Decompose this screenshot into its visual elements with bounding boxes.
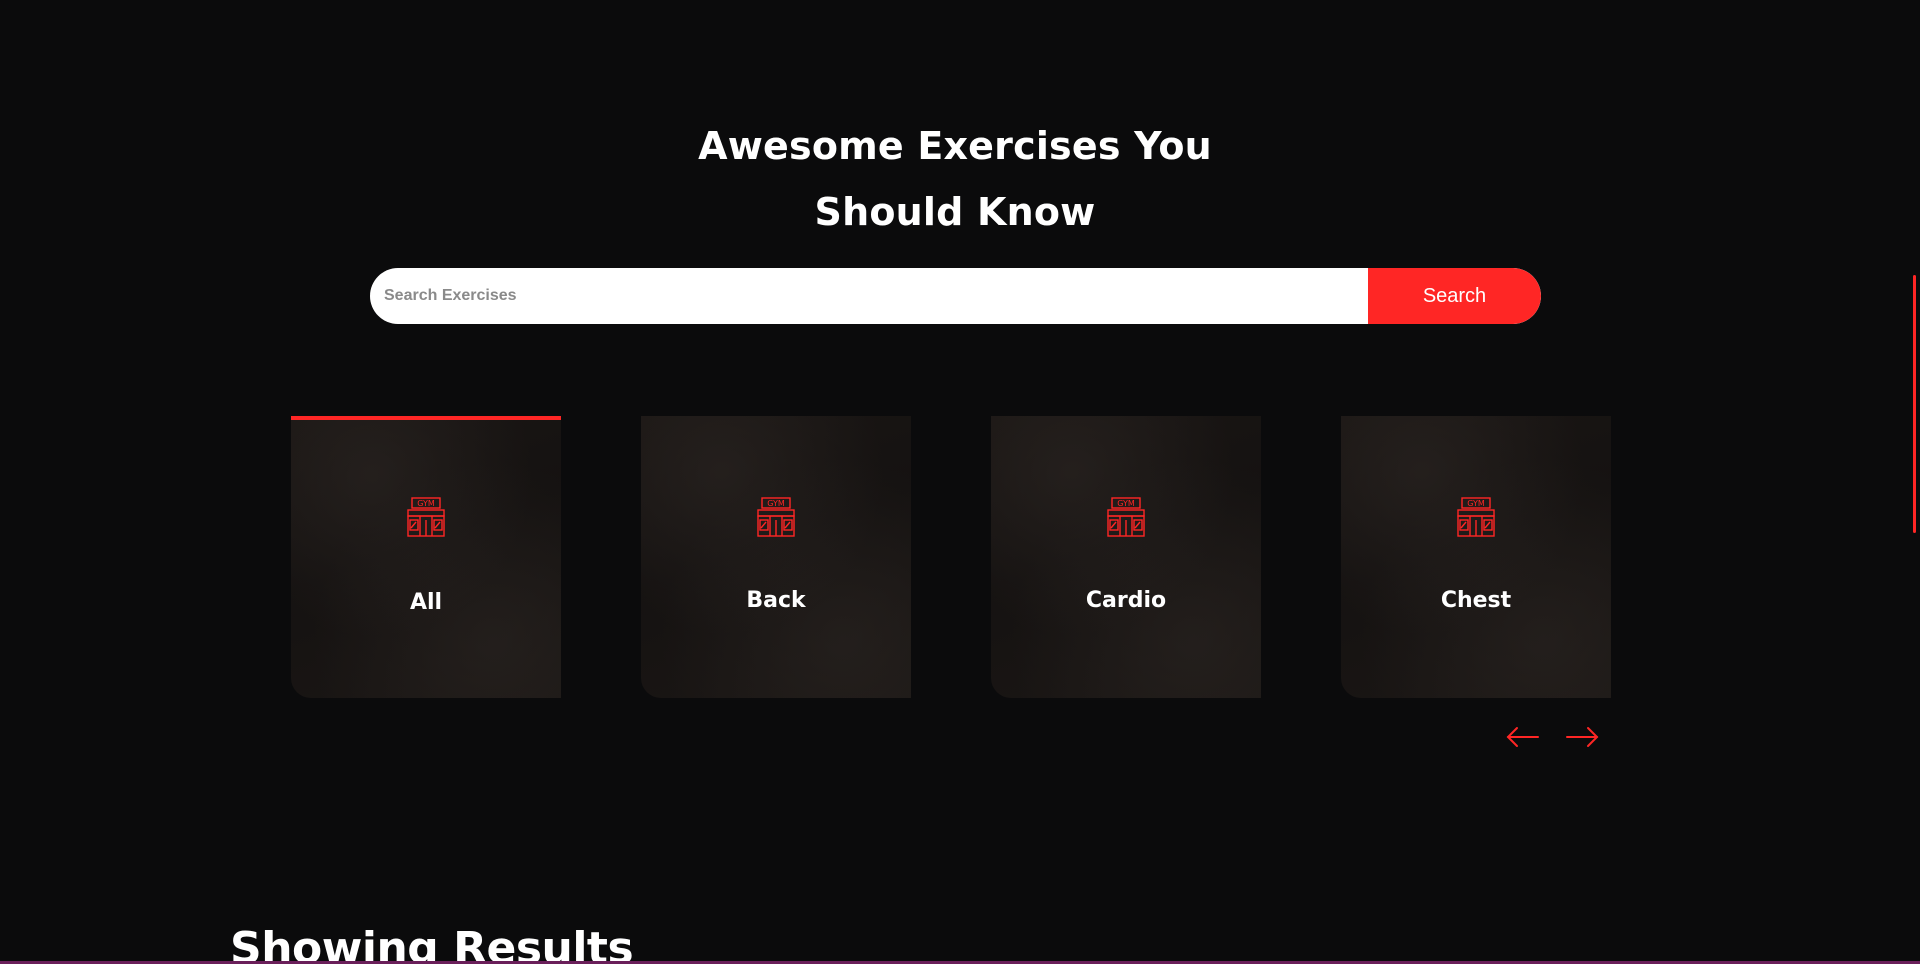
gym-icon: GYM [757, 497, 795, 537]
category-card-chest[interactable]: GYM Chest [1341, 416, 1611, 698]
category-label: Chest [1440, 588, 1512, 613]
category-label: Cardio [1085, 588, 1167, 613]
category-label: All [409, 590, 443, 615]
category-label: Back [746, 588, 806, 613]
svg-text:GYM: GYM [417, 499, 435, 508]
page-title-line-1: Awesome Exercises You [698, 124, 1212, 169]
svg-text:GYM: GYM [767, 499, 785, 508]
svg-text:GYM: GYM [1467, 499, 1485, 508]
gym-icon: GYM [407, 497, 445, 537]
category-card-back[interactable]: GYM Back [641, 416, 911, 698]
scrollbar-thumb[interactable] [1913, 275, 1916, 533]
gym-icon: GYM [1457, 497, 1495, 537]
arrow-right-icon[interactable] [1565, 724, 1599, 750]
arrow-left-icon[interactable] [1506, 724, 1540, 750]
gym-icon: GYM [1107, 497, 1145, 537]
category-card-all[interactable]: GYM All [291, 416, 561, 698]
search-button[interactable]: Search [1368, 268, 1541, 324]
page-title: Awesome Exercises You Should Know [0, 113, 1910, 245]
page-title-line-2: Should Know [814, 190, 1096, 235]
search-bar: Search [370, 268, 1541, 324]
search-input[interactable] [370, 268, 1368, 324]
svg-text:GYM: GYM [1117, 499, 1135, 508]
results-heading: Showing Results [230, 922, 634, 964]
category-card-cardio[interactable]: GYM Cardio [991, 416, 1261, 698]
